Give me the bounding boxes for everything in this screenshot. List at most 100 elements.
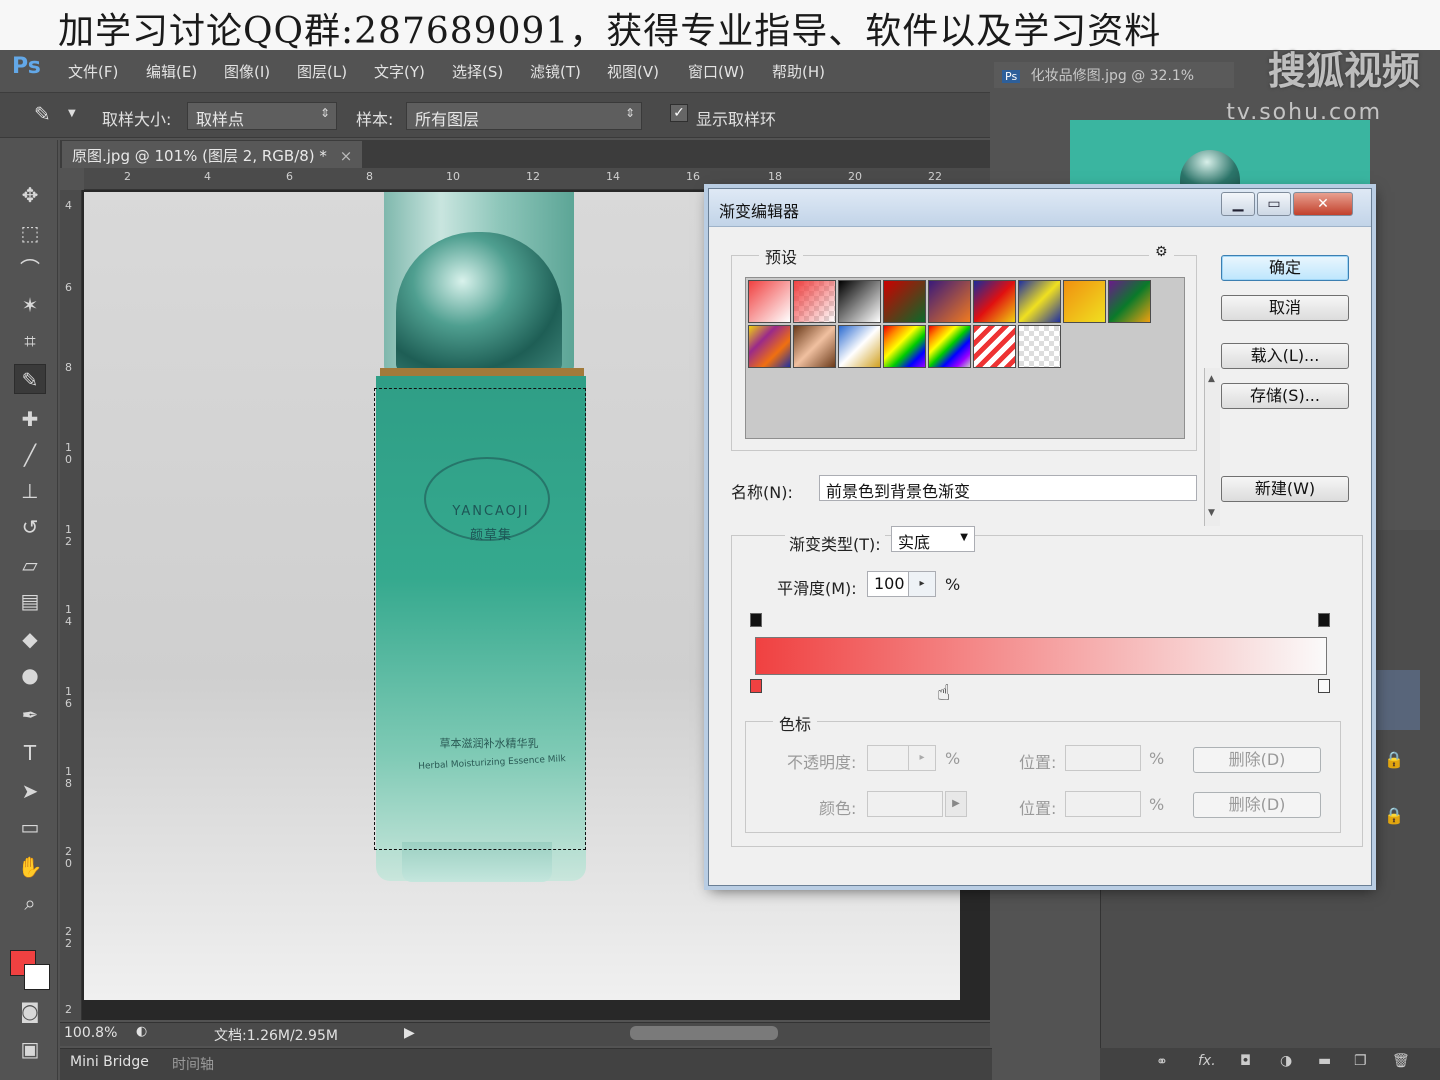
stop-color-field[interactable] <box>867 791 943 817</box>
close-icon[interactable]: × <box>340 147 353 165</box>
ok-button[interactable]: 确定 <box>1221 255 1349 281</box>
preset-swatch[interactable] <box>1018 325 1061 368</box>
opacity-stop-right[interactable] <box>1318 613 1330 627</box>
gradient-name-field[interactable]: 前景色到背景色渐变 <box>819 475 1197 501</box>
screen-mode-icon[interactable]: ▣ <box>14 1034 46 1064</box>
preset-swatch[interactable] <box>793 325 836 368</box>
eyedropper-preset-icon[interactable]: ✎ <box>34 102 51 126</box>
color-location-field[interactable] <box>1065 791 1141 817</box>
move-tool-icon[interactable]: ✥ <box>14 180 46 210</box>
clone-stamp-tool-icon[interactable]: ⊥ <box>14 476 46 506</box>
sample-size-select[interactable]: 取样点 ⇕ <box>187 102 337 130</box>
preset-swatch[interactable] <box>748 325 791 368</box>
preset-swatch[interactable] <box>973 325 1016 368</box>
pen-tool-icon[interactable]: ✒ <box>14 700 46 730</box>
zoom-tool-icon[interactable]: ⌕ <box>14 888 46 918</box>
opacity-stepper-icon[interactable]: ▸ <box>908 745 936 771</box>
new-button[interactable]: 新建(W) <box>1221 476 1349 502</box>
chevron-down-icon[interactable]: ▼ <box>68 108 76 119</box>
quick-mask-icon[interactable]: ◙ <box>14 996 46 1026</box>
save-button[interactable]: 存储(S)... <box>1221 383 1349 409</box>
preset-swatch[interactable] <box>928 325 971 368</box>
document-tab[interactable]: 原图.jpg @ 101% (图层 2, RGB/8) * × <box>62 141 363 168</box>
status-info-icon[interactable]: ◐ <box>136 1024 147 1039</box>
smoothness-stepper-icon[interactable]: ▸ <box>908 571 936 597</box>
menu-view[interactable]: 视图(V) <box>607 61 659 82</box>
opacity-location-field[interactable] <box>1065 745 1141 771</box>
link-layers-icon[interactable]: ⚭ <box>1156 1054 1168 1070</box>
opacity-stop-left[interactable] <box>750 613 762 627</box>
tab-timeline[interactable]: 时间轴 <box>172 1054 214 1074</box>
gradient-type-select[interactable]: 实底 ▼ <box>891 526 975 552</box>
background-color-swatch[interactable] <box>24 964 50 990</box>
folder-icon[interactable]: ▬ <box>1318 1053 1331 1069</box>
close-icon[interactable]: ✕ <box>1293 192 1353 216</box>
menu-window[interactable]: 窗口(W) <box>688 61 745 82</box>
type-tool-icon[interactable]: T <box>14 738 46 768</box>
preset-swatch[interactable] <box>883 280 926 323</box>
color-picker-arrow-icon[interactable]: ▶ <box>945 791 967 817</box>
second-document-tab[interactable]: Ps 化妆品修图.jpg @ 32.1% <box>994 62 1234 88</box>
sample-select[interactable]: 所有图层 ⇕ <box>406 102 642 130</box>
status-menu-arrow-icon[interactable]: ▶ <box>404 1025 415 1041</box>
preset-swatch[interactable] <box>1108 280 1151 323</box>
show-sampling-ring-checkbox[interactable]: ✓ <box>670 104 688 122</box>
menu-select[interactable]: 选择(S) <box>452 61 503 82</box>
menu-image[interactable]: 图像(I) <box>224 61 270 82</box>
adjustment-layer-icon[interactable]: ◑ <box>1280 1053 1292 1069</box>
lasso-tool-icon[interactable]: ⌒ <box>14 254 46 284</box>
tab-mini-bridge[interactable]: Mini Bridge <box>70 1054 149 1070</box>
eyedropper-tool-icon[interactable]: ✎ <box>14 364 46 394</box>
delete-color-stop-button[interactable]: 删除(D) <box>1193 792 1321 818</box>
delete-opacity-stop-button[interactable]: 删除(D) <box>1193 747 1321 773</box>
preset-swatch[interactable] <box>883 325 926 368</box>
horizontal-scrollbar-thumb[interactable] <box>630 1026 778 1040</box>
gear-icon[interactable]: ⚙ <box>1149 244 1174 260</box>
hand-tool-icon[interactable]: ✋ <box>14 852 46 882</box>
opacity-field[interactable] <box>867 745 909 771</box>
preset-swatch[interactable] <box>748 280 791 323</box>
dodge-tool-icon[interactable]: ● <box>14 660 46 690</box>
color-stop-right[interactable] <box>1318 679 1330 693</box>
scroll-down-icon[interactable]: ▼ <box>1208 508 1215 518</box>
rectangle-tool-icon[interactable]: ▭ <box>14 812 46 842</box>
load-button[interactable]: 载入(L)... <box>1221 343 1349 369</box>
path-selection-tool-icon[interactable]: ➤ <box>14 776 46 806</box>
minimize-icon[interactable]: ▁ <box>1221 192 1255 216</box>
preset-swatch[interactable] <box>838 325 881 368</box>
preset-swatch[interactable] <box>1063 280 1106 323</box>
eraser-tool-icon[interactable]: ▱ <box>14 550 46 580</box>
trash-icon[interactable]: 🗑 <box>1392 1053 1410 1069</box>
preset-swatch[interactable] <box>973 280 1016 323</box>
menu-file[interactable]: 文件(F) <box>68 61 118 82</box>
zoom-level[interactable]: 100.8% <box>64 1025 117 1041</box>
menu-help[interactable]: 帮助(H) <box>772 61 825 82</box>
preset-swatch[interactable] <box>838 280 881 323</box>
menu-filter[interactable]: 滤镜(T) <box>530 61 581 82</box>
cancel-button[interactable]: 取消 <box>1221 295 1349 321</box>
presets-scrollbar[interactable]: ▲ ▼ <box>1204 368 1220 526</box>
menu-layer[interactable]: 图层(L) <box>297 61 347 82</box>
new-layer-icon[interactable]: ❐ <box>1354 1053 1367 1069</box>
dialog-titlebar[interactable]: 渐变编辑器 ▁ ▭ ✕ <box>709 189 1371 227</box>
preset-swatch[interactable] <box>1018 280 1061 323</box>
preset-swatch[interactable] <box>928 280 971 323</box>
mask-icon[interactable]: ◘ <box>1240 1053 1251 1069</box>
menu-edit[interactable]: 编辑(E) <box>146 61 197 82</box>
preset-swatch[interactable] <box>793 280 836 323</box>
magic-wand-tool-icon[interactable]: ✶ <box>14 290 46 320</box>
gradient-tool-icon[interactable]: ▤ <box>14 586 46 616</box>
healing-brush-tool-icon[interactable]: ✚ <box>14 404 46 434</box>
selected-layer-row[interactable] <box>1375 670 1420 730</box>
blur-tool-icon[interactable]: ◆ <box>14 624 46 654</box>
maximize-icon[interactable]: ▭ <box>1257 192 1291 216</box>
menu-type[interactable]: 文字(Y) <box>374 61 425 82</box>
fx-icon[interactable]: fx. <box>1198 1053 1216 1069</box>
history-brush-tool-icon[interactable]: ↺ <box>14 512 46 542</box>
crop-tool-icon[interactable]: ⌗ <box>14 326 46 356</box>
scroll-up-icon[interactable]: ▲ <box>1208 374 1215 384</box>
smoothness-field[interactable]: 100 <box>867 571 909 597</box>
brush-tool-icon[interactable]: ╱ <box>14 440 46 470</box>
color-stop-left[interactable] <box>750 679 762 693</box>
gradient-preview-bar[interactable] <box>755 637 1327 675</box>
